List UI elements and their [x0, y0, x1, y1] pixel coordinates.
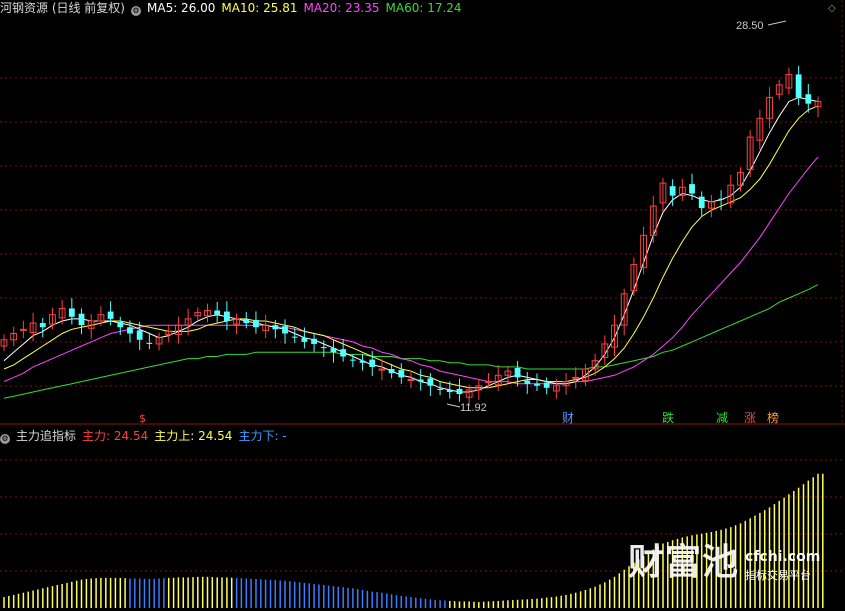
ma10-line [3, 105, 819, 389]
ma20-path [3, 156, 819, 385]
price-grid [0, 0, 845, 572]
indicator-panel-header: ⚙ 主力追指标 主力: 24.54 主力上: 24.54 主力下: - [0, 428, 293, 444]
ma5-value: MA5: 26.00 [147, 1, 216, 15]
marker-dollar[interactable]: $ [139, 412, 146, 425]
candle-body [369, 359, 376, 367]
indicator-main-value: 主力: 24.54 [82, 429, 149, 443]
indicator-lower-value: 主力下: - [238, 429, 287, 443]
candle-body [514, 367, 521, 378]
candles [0, 65, 822, 407]
marker-jian[interactable]: 减 [716, 411, 728, 425]
candle-body [136, 330, 143, 340]
indicator-title[interactable]: 主力追指标 [16, 429, 76, 443]
candle-body [243, 318, 250, 324]
candle-body [320, 347, 327, 349]
ma10-path [3, 105, 819, 389]
candle-body [253, 319, 259, 328]
candle-body [534, 383, 540, 386]
candle-body [349, 359, 356, 361]
panel-menu-icon[interactable]: ◇ [828, 3, 836, 14]
high-price-arrow [767, 20, 787, 26]
ma5-line [3, 96, 819, 393]
candle-body [805, 94, 812, 104]
candle-body [78, 313, 85, 326]
candle-body [223, 311, 230, 321]
indicator-upper-value: 主力上: 24.54 [154, 429, 233, 443]
stock-title[interactable]: 河钢资源 (日线 前复权) [0, 1, 125, 15]
candle-body [446, 389, 453, 393]
candle-body [291, 336, 298, 338]
candle-body [698, 196, 705, 209]
candle-body [417, 379, 424, 382]
ma20-line [3, 156, 819, 385]
candle-body [795, 74, 802, 98]
marker-cai[interactable]: 财 [562, 411, 574, 425]
watermark: 财富池 cfchi.com 指标交易平台 [628, 542, 820, 583]
candle-body [524, 380, 531, 384]
candle-body [39, 323, 46, 328]
ma10-value: MA10: 25.81 [221, 1, 298, 15]
ma5-path [3, 96, 819, 393]
marker-die[interactable]: 跌 [662, 410, 674, 425]
candle-body [340, 349, 347, 357]
marker-zhang[interactable]: 涨 [744, 410, 756, 425]
candle-body [398, 370, 405, 378]
candle-body [456, 388, 463, 395]
price-panel-header: 河钢资源 (日线 前复权) ⚙ MA5: 26.00 MA10: 25.81 MA20:… [0, 0, 468, 16]
settings-icon[interactable]: ⚙ [131, 6, 141, 16]
candle-body [330, 348, 337, 353]
candle-body [311, 338, 318, 344]
candle-body [543, 382, 550, 388]
low-price-label: 11.92 [460, 402, 487, 414]
candle-body [388, 369, 395, 374]
candle-body [68, 308, 75, 317]
candle-body [107, 311, 114, 319]
candle-body [146, 342, 153, 344]
low-price-arrow [446, 403, 461, 408]
candle-body [718, 198, 725, 200]
watermark-cn: 财富池 [628, 542, 740, 583]
watermark-en: cfchi.com [745, 549, 821, 565]
candle-body [214, 310, 221, 315]
ma60-value: MA60: 17.24 [385, 1, 462, 15]
candle-body [359, 360, 366, 363]
high-price-label: 28.50 [736, 20, 764, 32]
indicator-settings-icon[interactable]: ⚙ [0, 434, 10, 444]
marker-bang[interactable]: 榜 [767, 410, 779, 425]
watermark-sub: 指标交易平台 [745, 569, 811, 582]
candle-body [282, 326, 288, 334]
candle-body [272, 325, 279, 330]
candle-body [427, 378, 434, 386]
candle-body [127, 327, 133, 334]
candle-body [117, 322, 124, 328]
indicator-bars [3, 473, 824, 608]
candle-body [301, 337, 308, 342]
chart-canvas[interactable]: 28.50 11.92 $ 财 跌 减 涨 榜 [0, 0, 845, 611]
candle-body [669, 186, 676, 196]
ma20-value: MA20: 23.35 [303, 1, 380, 15]
candle-body [689, 184, 695, 194]
candle-body [437, 388, 443, 390]
